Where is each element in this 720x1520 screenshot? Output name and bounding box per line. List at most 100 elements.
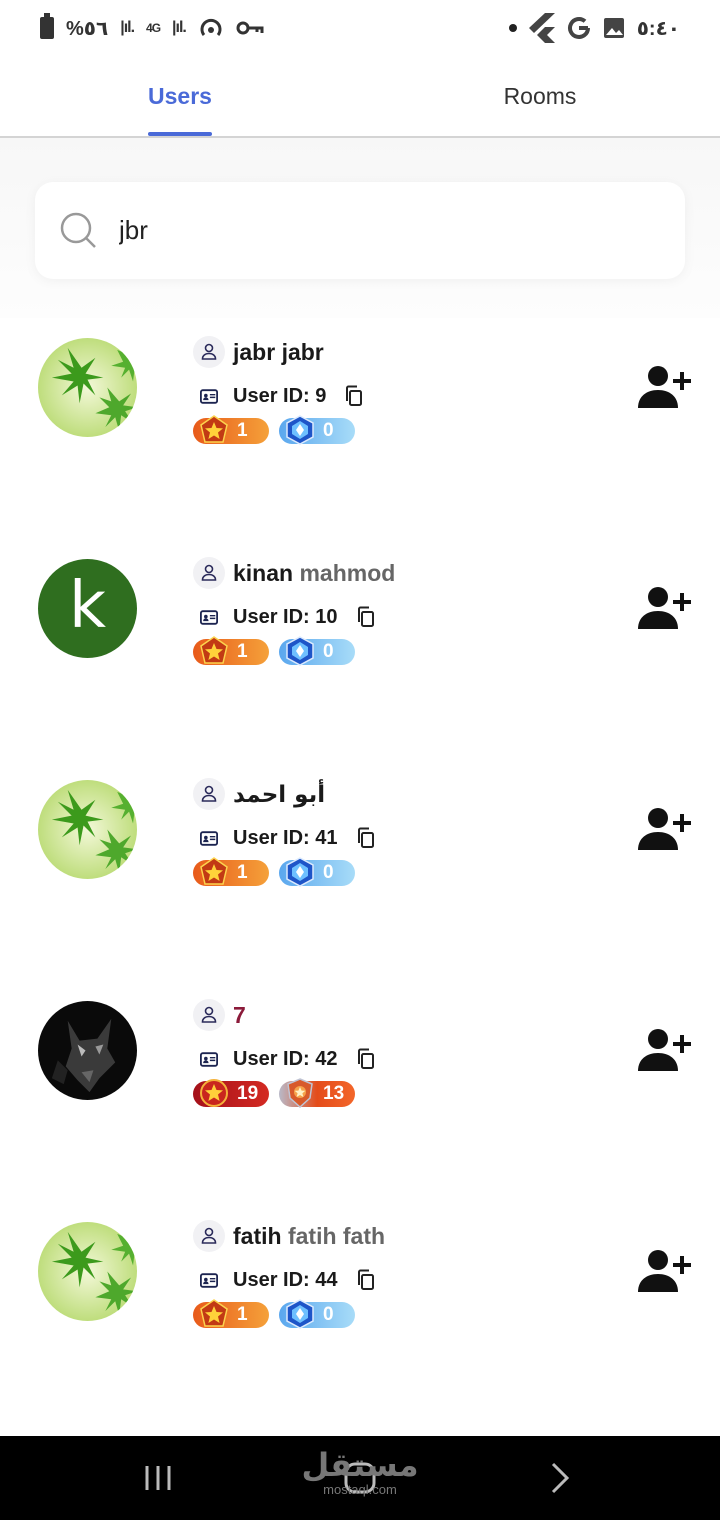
clock: ٥:٤٠: [636, 17, 680, 40]
star-badge-icon: [199, 636, 229, 666]
avatar[interactable]: [38, 1001, 137, 1100]
gem-value: 0: [323, 1304, 334, 1325]
level-value: 1: [237, 420, 248, 441]
tab-rooms[interactable]: Rooms: [360, 56, 720, 136]
id-card-icon: [193, 1273, 225, 1288]
name-line: أبو احمد: [193, 774, 376, 814]
copy-icon[interactable]: [344, 385, 364, 407]
round-star-badge-icon: [199, 1078, 229, 1108]
star-badge-icon: [199, 1299, 229, 1329]
user-id: User ID: 41: [233, 826, 338, 849]
name-line: 7: [193, 995, 376, 1035]
add-friend-icon[interactable]: [638, 806, 694, 852]
google-icon: [567, 17, 590, 39]
user-info: fatih fatih fath User ID: 44 1 0: [193, 1216, 385, 1328]
avatar[interactable]: [38, 1222, 137, 1321]
badges: 19 13: [193, 1081, 376, 1107]
user-info: jabr jabr User ID: 9 1 0: [193, 332, 364, 444]
level-badge: 1: [193, 639, 269, 665]
tab-bar: Users Rooms: [0, 56, 720, 138]
copy-icon[interactable]: [356, 1269, 376, 1291]
name-line: fatih fatih fath: [193, 1216, 385, 1256]
back-button[interactable]: [532, 1436, 588, 1520]
user-row[interactable]: أبو احمد User ID: 41 1 0: [0, 760, 720, 981]
tab-users[interactable]: Users: [0, 56, 360, 136]
gem-badge-icon: [285, 636, 315, 666]
user-name: kinan mahmod: [233, 560, 395, 587]
id-card-icon: [193, 831, 225, 846]
first-name: fatih: [233, 1222, 282, 1249]
star-badge-icon: [199, 415, 229, 445]
search-area: [0, 138, 720, 318]
id-line: User ID: 41: [193, 820, 376, 856]
badges: 1 0: [193, 1302, 385, 1328]
first-name: jabr: [233, 338, 276, 365]
copy-icon[interactable]: [356, 1048, 376, 1070]
user-id: User ID: 10: [233, 605, 338, 628]
avatar[interactable]: k: [38, 559, 137, 658]
add-friend-icon[interactable]: [638, 1248, 694, 1294]
level-value: 1: [237, 862, 248, 883]
network-type: 4G: [146, 21, 161, 35]
user-row[interactable]: fatih fatih fath User ID: 44 1 0: [0, 1202, 720, 1423]
level-badge: 1: [193, 860, 269, 886]
badges: 1 0: [193, 639, 395, 665]
battery-icon: [40, 13, 54, 39]
status-right: ٥:٤٠: [508, 13, 680, 43]
leaf-avatar-icon: [38, 338, 137, 437]
search-input[interactable]: [119, 215, 639, 246]
id-line: User ID: 9: [193, 378, 364, 414]
key-icon: [236, 21, 264, 35]
recents-icon: [145, 1466, 171, 1490]
level-badge: 1: [193, 1302, 269, 1328]
user-row[interactable]: jabr jabr User ID: 9 1 0: [0, 318, 720, 539]
person-icon: [193, 778, 225, 810]
avatar[interactable]: [38, 338, 137, 437]
add-friend-icon[interactable]: [638, 364, 694, 410]
notification-dot-icon: [508, 24, 517, 32]
level-value: 1: [237, 641, 248, 662]
tab-users-label: Users: [148, 82, 212, 109]
first-name: أبو احمد: [233, 781, 326, 808]
user-id: User ID: 9: [233, 384, 327, 407]
chevron-right-icon: [551, 1462, 570, 1494]
person-icon: [193, 1220, 225, 1252]
id-line: User ID: 10: [193, 599, 395, 635]
leaf-avatar-icon: [38, 1222, 137, 1321]
copy-icon[interactable]: [356, 827, 376, 849]
system-nav-bar: مستقل mostaql.com: [0, 1436, 720, 1520]
avatar[interactable]: [38, 780, 137, 879]
user-name: jabr jabr: [233, 339, 324, 366]
hotspot-icon: [200, 18, 222, 36]
watermark-url: mostaql.com: [323, 1482, 397, 1497]
status-bar: %٥٦ |ıl. 4G |ıl. ٥:٤٠: [0, 0, 720, 56]
add-friend-icon[interactable]: [638, 585, 694, 631]
signal-icon: |ıl.: [120, 19, 135, 36]
tab-indicator: [148, 132, 212, 136]
add-friend-icon[interactable]: [638, 1027, 694, 1073]
copy-icon[interactable]: [356, 606, 376, 628]
gem-badge: 13: [279, 1081, 355, 1107]
gem-badge-icon: [285, 415, 315, 445]
search-box[interactable]: [35, 182, 685, 279]
name-line: jabr jabr: [193, 332, 364, 372]
user-list: jabr jabr User ID: 9 1 0 k kinan mahmod: [0, 318, 720, 1423]
gem-value: 13: [323, 1083, 345, 1104]
user-row[interactable]: k kinan mahmod User ID: 10 1 0: [0, 539, 720, 760]
first-name: 7: [233, 1001, 246, 1028]
user-row[interactable]: 7 User ID: 42 19 13: [0, 981, 720, 1202]
person-icon: [193, 557, 225, 589]
user-name: أبو احمد: [233, 781, 325, 808]
id-line: User ID: 44: [193, 1262, 385, 1298]
recents-button[interactable]: [130, 1436, 186, 1520]
last-name: mahmod: [299, 559, 396, 586]
gem-value: 0: [323, 641, 334, 662]
user-info: kinan mahmod User ID: 10 1 0: [193, 553, 395, 665]
battery-level: %٥٦: [66, 17, 109, 40]
gem-badge: 0: [279, 860, 355, 886]
gem-value: 0: [323, 420, 334, 441]
last-name: fatih fath: [287, 1222, 386, 1249]
user-name: fatih fatih fath: [233, 1223, 385, 1250]
watermark-arabic: مستقل: [301, 1446, 419, 1484]
last-name: jabr: [281, 338, 324, 365]
